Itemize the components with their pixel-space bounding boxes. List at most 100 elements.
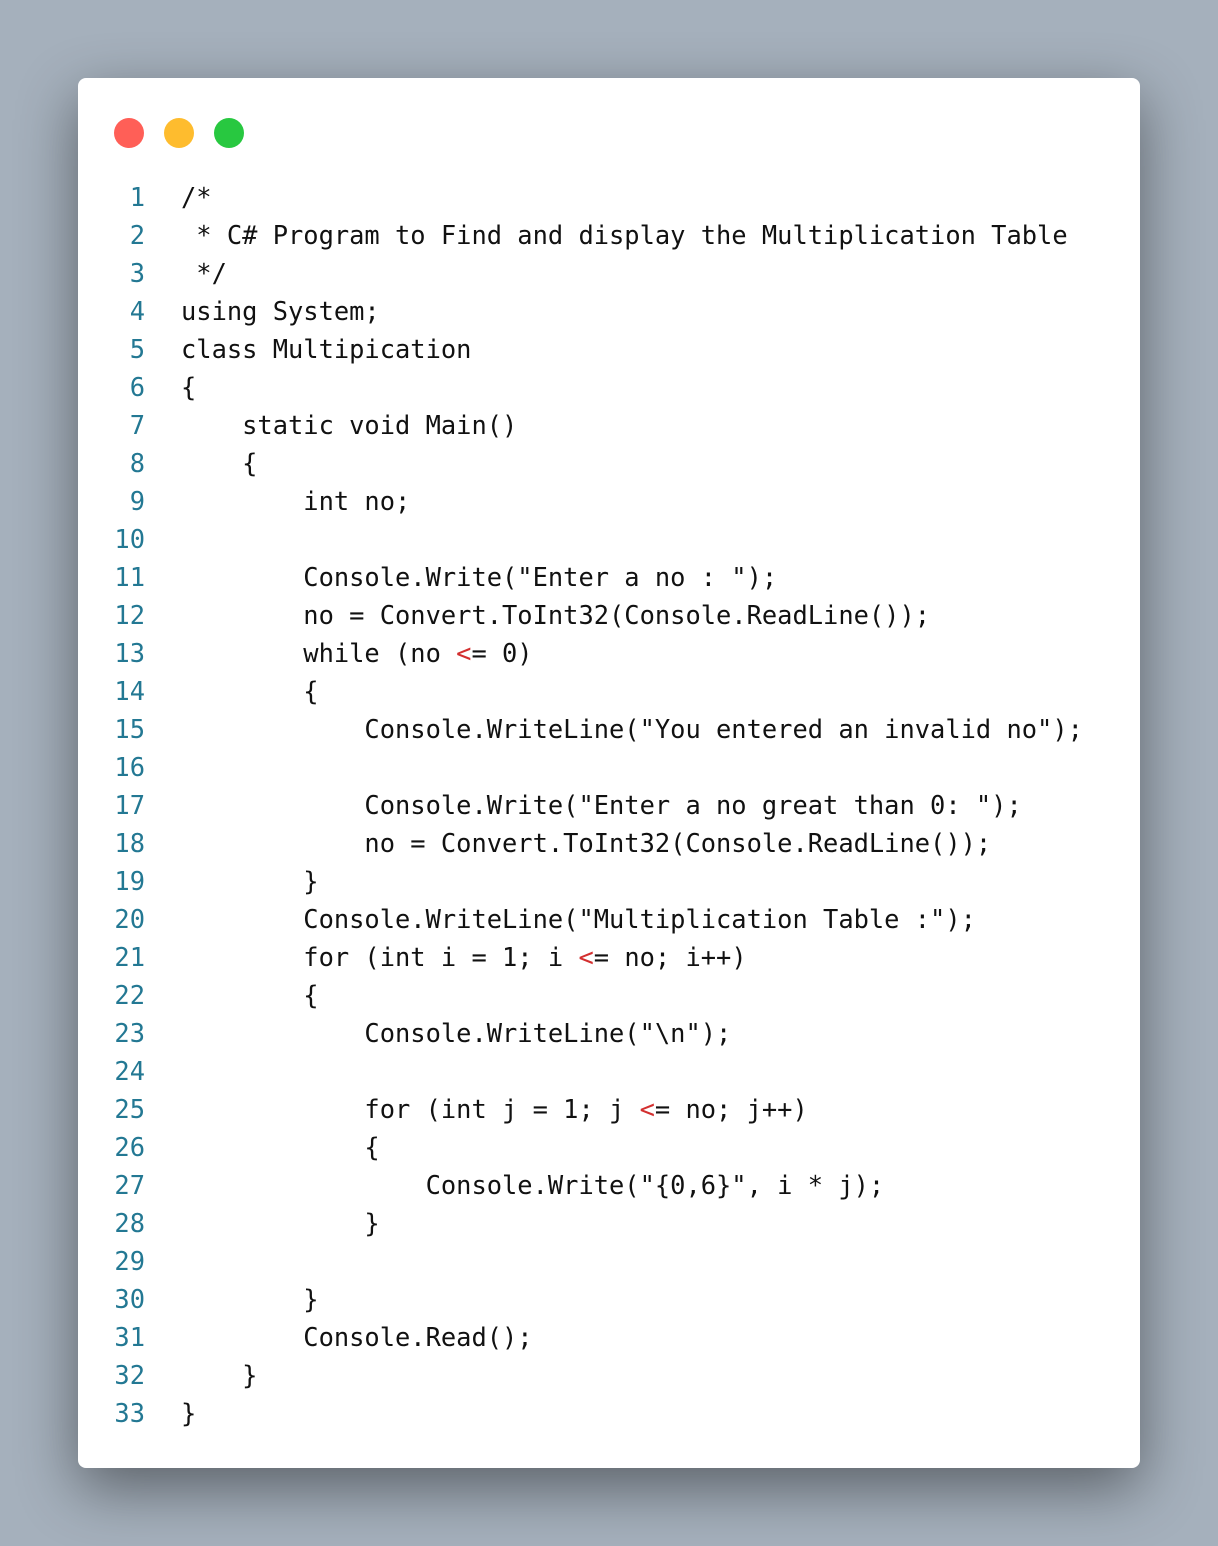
code-text: for (int j = 1; j <= no; j++): [181, 1094, 808, 1124]
line-number: 16: [114, 752, 145, 782]
code-block: 1 /* 2 * C# Program to Find and display th…: [78, 178, 1140, 1432]
code-line: 22 {: [78, 976, 1140, 1014]
line-number: 6: [129, 372, 145, 402]
code-text: }: [181, 1284, 319, 1314]
line-number: 5: [129, 334, 145, 364]
line-number: 1: [129, 182, 145, 212]
line-number: 3: [129, 258, 145, 288]
code-line: 29: [78, 1242, 1140, 1280]
line-number: 20: [114, 904, 145, 934]
minimize-window-dot-icon[interactable]: [164, 118, 194, 148]
code-text: Console.Write("Enter a no : ");: [181, 562, 778, 592]
code-text: {: [181, 1132, 380, 1162]
code-text: no = Convert.ToInt32(Console.ReadLine())…: [181, 600, 931, 630]
line-number: 28: [114, 1208, 145, 1238]
line-number: 21: [114, 942, 145, 972]
code-line: 24: [78, 1052, 1140, 1090]
code-text: using System;: [181, 296, 380, 326]
code-text: }: [181, 1208, 380, 1238]
line-number: 19: [114, 866, 145, 896]
code-line: 30 }: [78, 1280, 1140, 1318]
operator-token: <: [456, 638, 472, 668]
code-text: Console.WriteLine("\n");: [181, 1018, 732, 1048]
code-text: {: [181, 372, 197, 402]
code-line: 25 for (int j = 1; j <= no; j++): [78, 1090, 1140, 1128]
code-text: /*: [181, 182, 212, 212]
code-line: 16: [78, 748, 1140, 786]
line-number: 11: [114, 562, 145, 592]
code-line: 31 Console.Read();: [78, 1318, 1140, 1356]
line-number: 26: [114, 1132, 145, 1162]
code-line: 10: [78, 520, 1140, 558]
line-number: 7: [129, 410, 145, 440]
code-text: class Multipication: [181, 334, 472, 364]
code-line: 20 Console.WriteLine("Multiplication Tab…: [78, 900, 1140, 938]
code-text: Console.Write("Enter a no great than 0: …: [181, 790, 1022, 820]
code-line: 26 {: [78, 1128, 1140, 1166]
code-text: while (no <= 0): [181, 638, 533, 668]
line-number: 8: [129, 448, 145, 478]
code-line: 12 no = Convert.ToInt32(Console.ReadLine…: [78, 596, 1140, 634]
line-number: 14: [114, 676, 145, 706]
code-line: 19 }: [78, 862, 1140, 900]
code-line: 4 using System;: [78, 292, 1140, 330]
line-number: 17: [114, 790, 145, 820]
line-number: 27: [114, 1170, 145, 1200]
code-text: for (int i = 1; i <= no; i++): [181, 942, 747, 972]
code-line: 5 class Multipication: [78, 330, 1140, 368]
line-number: 4: [129, 296, 145, 326]
code-text: */: [181, 258, 227, 288]
line-number: 24: [114, 1056, 145, 1086]
line-number: 33: [114, 1398, 145, 1428]
line-number: 22: [114, 980, 145, 1010]
code-line: 2 * C# Program to Find and display the M…: [78, 216, 1140, 254]
code-line: 14 {: [78, 672, 1140, 710]
maximize-window-dot-icon[interactable]: [214, 118, 244, 148]
code-line: 8 {: [78, 444, 1140, 482]
line-number: 12: [114, 600, 145, 630]
code-text: }: [181, 1360, 258, 1390]
line-number: 10: [114, 524, 145, 554]
code-line: 21 for (int i = 1; i <= no; i++): [78, 938, 1140, 976]
code-text: {: [181, 980, 319, 1010]
line-number: 15: [114, 714, 145, 744]
code-text: Console.Write("{0,6}", i * j);: [181, 1170, 885, 1200]
code-line: 1 /*: [78, 178, 1140, 216]
code-text: * C# Program to Find and display the Mul…: [181, 220, 1068, 250]
line-number: 13: [114, 638, 145, 668]
code-line: 33}: [78, 1394, 1140, 1432]
code-line: 27 Console.Write("{0,6}", i * j);: [78, 1166, 1140, 1204]
code-window: 1 /* 2 * C# Program to Find and display th…: [78, 78, 1140, 1468]
code-text: Console.WriteLine("Multiplication Table …: [181, 904, 976, 934]
code-text: Console.WriteLine("You entered an invali…: [181, 714, 1083, 744]
line-number: 25: [114, 1094, 145, 1124]
code-text: {: [181, 448, 258, 478]
operator-token: <: [639, 1094, 655, 1124]
code-line: 6{: [78, 368, 1140, 406]
code-text: Console.Read();: [181, 1322, 533, 1352]
code-line: 11 Console.Write("Enter a no : ");: [78, 558, 1140, 596]
line-number: 32: [114, 1360, 145, 1390]
code-line: 3 */: [78, 254, 1140, 292]
code-text: no = Convert.ToInt32(Console.ReadLine())…: [181, 828, 992, 858]
code-line: 18 no = Convert.ToInt32(Console.ReadLine…: [78, 824, 1140, 862]
code-text: static void Main(): [181, 410, 518, 440]
close-window-dot-icon[interactable]: [114, 118, 144, 148]
code-line: 15 Console.WriteLine("You entered an inv…: [78, 710, 1140, 748]
line-number: 29: [114, 1246, 145, 1276]
code-line: 23 Console.WriteLine("\n");: [78, 1014, 1140, 1052]
line-number: 31: [114, 1322, 145, 1352]
line-number: 2: [129, 220, 145, 250]
code-line: 9 int no;: [78, 482, 1140, 520]
code-line: 7 static void Main(): [78, 406, 1140, 444]
line-number: 9: [129, 486, 145, 516]
line-number: 18: [114, 828, 145, 858]
operator-token: <: [578, 942, 594, 972]
code-line: 17 Console.Write("Enter a no great than …: [78, 786, 1140, 824]
code-text: }: [181, 1398, 197, 1428]
code-text: {: [181, 676, 319, 706]
line-number: 23: [114, 1018, 145, 1048]
code-text: }: [181, 866, 319, 896]
code-text: int no;: [181, 486, 411, 516]
code-line: 32 }: [78, 1356, 1140, 1394]
